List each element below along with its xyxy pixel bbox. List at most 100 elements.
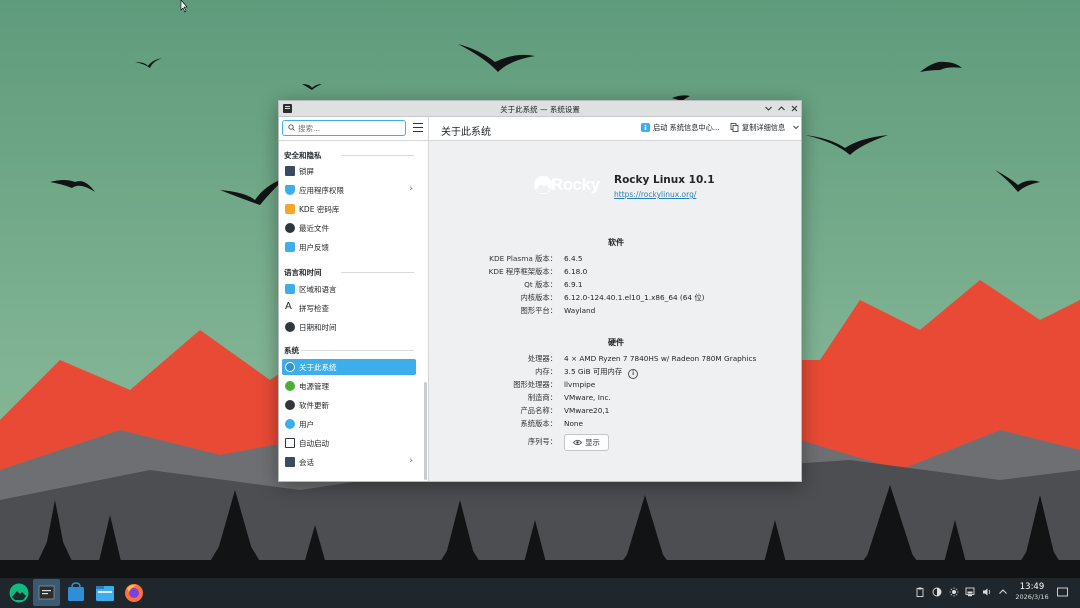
info-value: llvmpipe — [564, 380, 596, 389]
sidebar-item-users[interactable]: 用户 — [282, 416, 416, 432]
info-value: Wayland — [564, 306, 596, 315]
window-titlebar[interactable]: 关于此系统 — 系统设置 — [279, 101, 801, 117]
info-row-serial-number: 序列号： 显示 — [429, 434, 803, 451]
network-icon[interactable] — [965, 587, 975, 597]
maximize-button[interactable] — [775, 102, 788, 115]
close-button[interactable] — [788, 102, 801, 115]
divider — [301, 350, 414, 351]
app-launcher-icon[interactable] — [8, 582, 30, 604]
info-key: 处理器： — [527, 354, 557, 363]
search-input[interactable] — [298, 122, 402, 134]
section-header-language-time: 语言和时间 — [284, 268, 322, 277]
sidebar-item-app-permissions[interactable]: 应用程序权限 › — [282, 182, 416, 198]
copy-details-label: 复制详细信息 — [742, 123, 786, 132]
recent-files-icon — [285, 223, 295, 233]
sidebar-item-label: 软件更新 — [299, 401, 329, 410]
sidebar-item-label: 自动启动 — [299, 439, 329, 448]
rocky-logo-icon — [534, 176, 552, 194]
sidebar-item-autostart[interactable]: 自动启动 — [282, 435, 416, 451]
info-value: VMware, Inc. — [564, 393, 611, 402]
chevron-up-icon — [778, 106, 785, 111]
sidebar-item-label: 关于此系统 — [299, 363, 337, 372]
sidebar-item-session[interactable]: 会话 › — [282, 454, 416, 470]
info-center-icon — [641, 123, 650, 132]
clock-date[interactable]: 2026/3/16 — [1010, 593, 1054, 601]
copy-icon — [730, 123, 739, 132]
clock-time[interactable]: 13:49 — [1016, 582, 1048, 592]
info-value: 6.4.5 — [564, 254, 583, 263]
chevron-right-icon: › — [409, 184, 413, 194]
show-desktop-icon[interactable] — [1057, 587, 1068, 597]
sidebar-item-recent-files[interactable]: 最近文件 — [282, 220, 416, 236]
clipboard-icon[interactable] — [915, 587, 925, 597]
divider — [341, 155, 414, 156]
info-icon — [285, 362, 295, 372]
chevron-right-icon: › — [409, 456, 413, 466]
distro-name: Rocky Linux 10.1 — [614, 174, 715, 186]
info-row-plasma-version: KDE Plasma 版本： 6.4.5 — [429, 254, 803, 266]
system-settings-window: 关于此系统 — 系统设置 安全和隐私 锁屏 应用程序权限 › — [278, 100, 802, 482]
info-key: 图形处理器： — [513, 380, 557, 389]
wallet-icon — [285, 204, 295, 214]
copy-details-button[interactable]: 复制详细信息 — [730, 123, 800, 133]
hardware-section-title: 硬件 — [608, 338, 624, 347]
info-key: 内核版本： — [520, 293, 557, 302]
info-row-memory: 内存： 3.5 GiB 可用内存 i — [429, 367, 803, 379]
section-header-security-privacy: 安全和隐私 — [284, 151, 322, 160]
launch-info-center-button[interactable]: 启动 系统信息中心... — [641, 123, 720, 133]
sidebar-item-spell-check[interactable]: A 拼写检查 — [282, 300, 416, 316]
settings-app-icon — [38, 585, 55, 600]
sidebar-item-lock-screen[interactable]: 锁屏 — [282, 163, 416, 179]
search-field[interactable] — [282, 120, 406, 136]
sidebar-item-software-update[interactable]: 软件更新 — [282, 397, 416, 413]
sidebar-item-power-management[interactable]: 电源管理 — [282, 378, 416, 394]
sidebar-item-kde-wallet[interactable]: KDE 密码库 — [282, 201, 416, 217]
info-key: 产品名称： — [520, 406, 557, 415]
sidebar-item-label: 日期和时间 — [299, 323, 337, 332]
sidebar-item-region-language[interactable]: 区域和语言 — [282, 281, 416, 297]
volume-icon[interactable] — [982, 587, 992, 597]
info-key: KDE 程序框架版本： — [488, 267, 557, 276]
sidebar-item-label: KDE 密码库 — [299, 205, 340, 214]
discover-store-icon[interactable] — [65, 582, 87, 604]
show-button-label: 显示 — [585, 438, 600, 447]
shield-icon — [285, 185, 295, 195]
night-light-icon[interactable] — [932, 587, 942, 597]
info-value: 6.12.0-124.40.1.el10_1.x86_64 (64 位) — [564, 293, 705, 302]
software-section-title: 软件 — [608, 238, 624, 247]
firefox-icon[interactable] — [123, 582, 145, 604]
sidebar-item-label: 电源管理 — [299, 382, 329, 391]
show-serial-button[interactable]: 显示 — [564, 434, 609, 451]
hamburger-menu-button[interactable] — [413, 123, 423, 132]
brightness-icon[interactable] — [949, 587, 959, 597]
eye-icon — [573, 439, 583, 446]
main-content: 关于此系统 启动 系统信息中心... 复制详细信息 Rocky Rocky Li… — [429, 117, 801, 481]
sidebar-scrollbar[interactable] — [424, 382, 427, 480]
taskbar-task-system-settings[interactable] — [33, 579, 60, 606]
info-icon[interactable]: i — [628, 369, 639, 379]
sidebar-item-label: 锁屏 — [299, 167, 314, 176]
launch-info-center-label: 启动 系统信息中心... — [653, 123, 720, 132]
autostart-icon — [285, 438, 295, 448]
power-icon — [285, 381, 295, 391]
info-key: KDE Plasma 版本： — [489, 254, 557, 263]
info-value: 6.18.0 — [564, 267, 588, 276]
file-manager-icon[interactable] — [94, 582, 116, 604]
info-row-qt-version: Qt 版本： 6.9.1 — [429, 280, 803, 292]
chevron-down-icon — [765, 106, 772, 111]
info-row-kernel-version: 内核版本： 6.12.0-124.40.1.el10_1.x86_64 (64 … — [429, 293, 803, 305]
sidebar-item-user-feedback[interactable]: 用户反馈 — [282, 239, 416, 255]
minimize-button[interactable] — [762, 102, 775, 115]
info-key: 系统版本： — [520, 419, 557, 428]
info-value: 3.5 GiB 可用内存 i — [564, 367, 639, 379]
sidebar-item-date-time[interactable]: 日期和时间 — [282, 319, 416, 335]
info-value: 4 × AMD Ryzen 7 7840HS w/ Radeon 780M Gr… — [564, 354, 757, 363]
info-row-graphics-platform: 图形平台： Wayland — [429, 306, 803, 318]
memory-value: 3.5 GiB 可用内存 — [564, 367, 623, 376]
distro-url-link[interactable]: https://rockylinux.org/ — [614, 190, 696, 199]
chevron-up-icon[interactable] — [998, 587, 1008, 597]
info-key: 制造商： — [527, 393, 557, 402]
info-key: 序列号： — [527, 437, 557, 446]
sidebar-item-about-system[interactable]: 关于此系统 — [282, 359, 416, 375]
sidebar-item-label: 区域和语言 — [299, 285, 337, 294]
